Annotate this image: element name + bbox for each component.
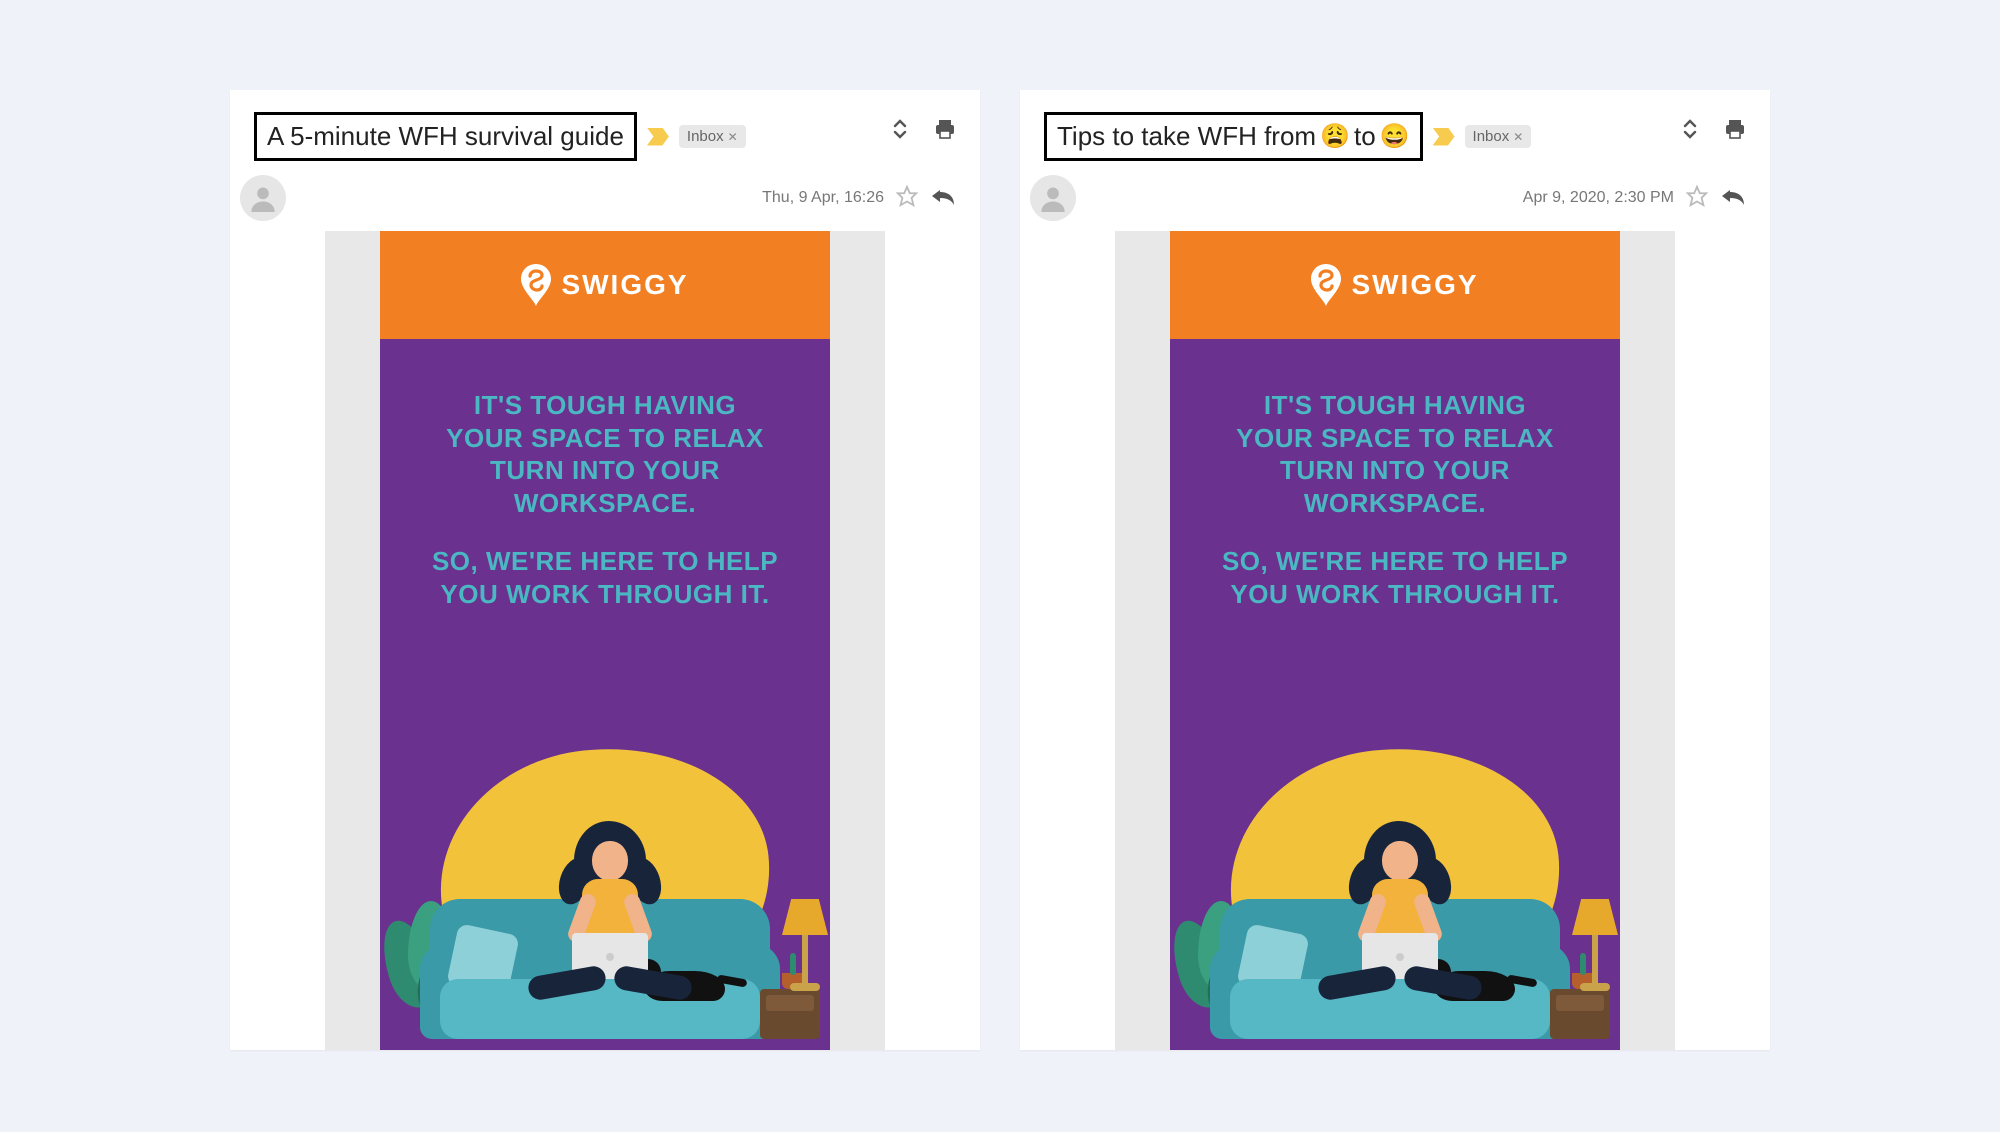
avatar[interactable] <box>1030 175 1076 221</box>
swiggy-logo-icon <box>1311 264 1341 306</box>
headline-line: TURN INTO YOUR WORKSPACE. <box>1192 454 1598 519</box>
headline-line: IT'S TOUGH HAVING <box>402 389 808 422</box>
star-icon[interactable] <box>1686 185 1708 212</box>
headline-block-1: IT'S TOUGH HAVING YOUR SPACE TO RELAX TU… <box>1192 389 1598 519</box>
email-body: SWIGGY IT'S TOUGH HAVING YOUR SPACE TO R… <box>1115 231 1675 1050</box>
reply-icon[interactable] <box>930 186 956 211</box>
important-marker-icon[interactable] <box>647 128 669 146</box>
headline-line: YOUR SPACE TO RELAX <box>1192 422 1598 455</box>
brand-banner: SWIGGY <box>1170 231 1620 339</box>
print-icon[interactable] <box>934 118 956 140</box>
brand-name: SWIGGY <box>1351 269 1478 301</box>
reply-icon[interactable] <box>1720 186 1746 211</box>
star-icon[interactable] <box>896 185 918 212</box>
meta-row: Apr 9, 2020, 2:30 PM <box>1020 175 1770 231</box>
header-actions <box>890 118 956 140</box>
wfh-illustration <box>1170 739 1620 1050</box>
subject-text: Tips to take WFH from <box>1057 121 1316 152</box>
inbox-label[interactable]: Inbox ✕ <box>1465 125 1532 148</box>
timestamp: Thu, 9 Apr, 16:26 <box>762 189 884 207</box>
subject-row: Tips to take WFH from 😩 to 😄 Inbox ✕ <box>1020 90 1770 175</box>
email-body: SWIGGY IT'S TOUGH HAVING YOUR SPACE TO R… <box>325 231 885 1050</box>
wfh-illustration <box>380 739 830 1050</box>
swiggy-logo-icon <box>521 264 551 306</box>
meta-row: Thu, 9 Apr, 16:26 <box>230 175 980 231</box>
email-card-right: Tips to take WFH from 😩 to 😄 Inbox ✕ Apr… <box>1020 90 1770 1050</box>
hero-panel: IT'S TOUGH HAVING YOUR SPACE TO RELAX TU… <box>1170 339 1620 1050</box>
inbox-label-text: Inbox <box>1473 128 1510 145</box>
headline-block-1: IT'S TOUGH HAVING YOUR SPACE TO RELAX TU… <box>402 389 808 519</box>
hero-panel: IT'S TOUGH HAVING YOUR SPACE TO RELAX TU… <box>380 339 830 1050</box>
inbox-label-text: Inbox <box>687 128 724 145</box>
timestamp: Apr 9, 2020, 2:30 PM <box>1523 189 1674 207</box>
email-subject: A 5-minute WFH survival guide <box>254 112 637 161</box>
email-subject: Tips to take WFH from 😩 to 😄 <box>1044 112 1423 161</box>
brand-banner: SWIGGY <box>380 231 830 339</box>
close-label-icon[interactable]: ✕ <box>1513 130 1523 144</box>
emoji-grin: 😄 <box>1380 125 1410 149</box>
headline-line: YOU WORK THROUGH IT. <box>402 578 808 611</box>
collapse-icon[interactable] <box>890 118 910 140</box>
important-marker-icon[interactable] <box>1433 128 1455 146</box>
headline-line: SO, WE'RE HERE TO HELP <box>402 545 808 578</box>
inbox-label[interactable]: Inbox ✕ <box>679 125 746 148</box>
close-label-icon[interactable]: ✕ <box>728 130 738 144</box>
subject-text-middle: to <box>1354 121 1376 152</box>
headline-line: IT'S TOUGH HAVING <box>1192 389 1598 422</box>
avatar[interactable] <box>240 175 286 221</box>
header-actions <box>1680 118 1746 140</box>
subject-row: A 5-minute WFH survival guide Inbox ✕ <box>230 90 980 175</box>
collapse-icon[interactable] <box>1680 118 1700 140</box>
brand-name: SWIGGY <box>561 269 688 301</box>
headline-block-2: SO, WE'RE HERE TO HELP YOU WORK THROUGH … <box>402 545 808 610</box>
email-card-left: A 5-minute WFH survival guide Inbox ✕ Th… <box>230 90 980 1050</box>
headline-line: TURN INTO YOUR WORKSPACE. <box>402 454 808 519</box>
print-icon[interactable] <box>1724 118 1746 140</box>
subject-text: A 5-minute WFH survival guide <box>267 121 624 152</box>
emoji-weary: 😩 <box>1320 125 1350 149</box>
headline-line: SO, WE'RE HERE TO HELP <box>1192 545 1598 578</box>
headline-line: YOU WORK THROUGH IT. <box>1192 578 1598 611</box>
headline-line: YOUR SPACE TO RELAX <box>402 422 808 455</box>
headline-block-2: SO, WE'RE HERE TO HELP YOU WORK THROUGH … <box>1192 545 1598 610</box>
